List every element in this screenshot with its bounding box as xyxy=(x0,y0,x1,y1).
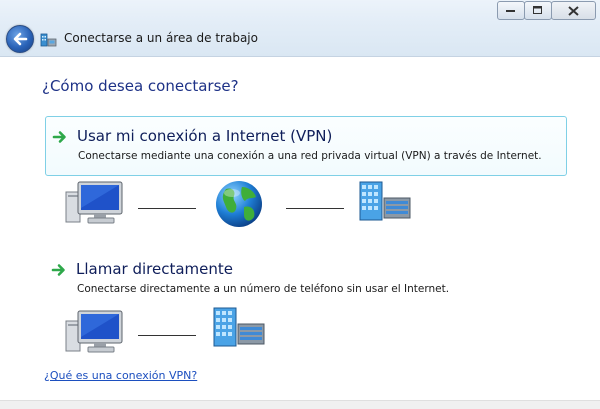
window-title: Conectarse a un área de trabajo xyxy=(64,31,258,45)
dial-direct-option-description: Conectarse directamente a un número de t… xyxy=(77,283,450,295)
vpn-option-description: Conectarse mediante una conexión a una r… xyxy=(78,150,542,162)
dial-direct-option[interactable]: Llamar directamente Conectarse directame… xyxy=(45,250,567,310)
minimize-button[interactable] xyxy=(497,1,525,20)
server-icon xyxy=(213,307,265,347)
maximize-button[interactable] xyxy=(524,1,552,20)
maximize-icon xyxy=(533,6,542,14)
close-button[interactable] xyxy=(551,1,596,20)
vpn-option[interactable]: Usar mi conexión a Internet (VPN) Conect… xyxy=(45,116,567,176)
window-controls xyxy=(497,1,596,20)
what-is-vpn-link[interactable]: ¿Qué es una conexión VPN? xyxy=(44,369,197,382)
connection-line xyxy=(138,335,196,336)
page-heading: ¿Cómo desea conectarse? xyxy=(42,77,239,95)
connection-line xyxy=(286,208,344,209)
back-button[interactable] xyxy=(6,25,34,53)
connection-line xyxy=(138,208,196,209)
workplace-network-icon xyxy=(40,33,57,47)
back-arrow-icon xyxy=(13,32,28,46)
close-icon xyxy=(568,5,579,16)
vpn-option-title: Usar mi conexión a Internet (VPN) xyxy=(77,127,333,145)
dial-direct-option-title: Llamar directamente xyxy=(76,260,233,278)
green-arrow-icon xyxy=(52,131,66,143)
server-icon xyxy=(359,181,411,221)
green-arrow-icon xyxy=(51,264,65,276)
computer-icon xyxy=(65,181,123,224)
computer-icon xyxy=(65,310,123,353)
globe-icon xyxy=(216,181,262,227)
window-titlebar: Conectarse a un área de trabajo xyxy=(0,0,600,57)
minimize-icon xyxy=(506,9,515,12)
